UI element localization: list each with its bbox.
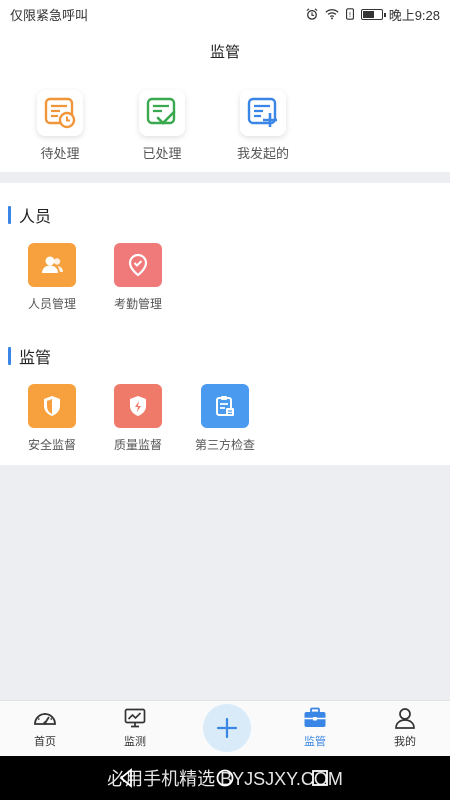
user-icon	[360, 707, 450, 729]
watermark-text: 必用手机精选 BYJSJXY.COM	[107, 769, 343, 789]
tab-supervision[interactable]: 监管	[270, 707, 360, 749]
module-safety-supervision[interactable]: 安全监督	[12, 384, 92, 453]
tab-me[interactable]: 我的	[360, 707, 450, 749]
pending-clock-icon	[37, 90, 83, 136]
tab-home[interactable]: 首页	[0, 707, 90, 749]
module-label: 第三方检查	[194, 438, 255, 452]
module-label: 人员管理	[27, 297, 76, 311]
monitor-chart-icon	[90, 707, 180, 729]
module-label: 考勤管理	[113, 297, 162, 311]
clipboard-icon	[201, 384, 249, 428]
status-bar: 仅限紧急呼叫 ! 晚上9:28	[0, 0, 450, 28]
tab-label: 我的	[394, 736, 416, 748]
section-accent-bar	[8, 206, 11, 224]
section-title-text: 人员	[19, 209, 52, 226]
dashboard-icon	[0, 707, 90, 729]
svg-text:!: !	[348, 11, 351, 19]
quick-action-pending[interactable]: 待处理	[15, 90, 105, 162]
quick-action-label: 我发起的	[236, 146, 289, 161]
initiated-plus-icon	[240, 90, 286, 136]
section-accent-bar	[8, 347, 11, 365]
sim-alert-icon: !	[345, 8, 354, 20]
module-staff-management[interactable]: 人员管理	[12, 243, 92, 312]
page-title-bar: 监管	[0, 28, 450, 74]
processed-check-icon	[139, 90, 185, 136]
section-title-text: 监管	[19, 350, 52, 367]
section-title-people: 人员	[8, 203, 51, 227]
location-pin-icon	[114, 243, 162, 287]
system-nav-bar: 必用手机精选 BYJSJXY.COM	[0, 756, 450, 800]
briefcase-icon	[270, 707, 360, 729]
module-attendance-management[interactable]: 考勤管理	[98, 243, 178, 312]
alarm-icon	[306, 8, 318, 20]
tab-label: 首页	[34, 736, 56, 748]
page-title: 监管	[209, 43, 240, 61]
module-quality-supervision[interactable]: 质量监督	[98, 384, 178, 453]
quick-action-label: 待处理	[40, 146, 80, 161]
modules-panel: 人员 人员管理 考勤管理 监管 安全监督 质量监督 第三方检查	[0, 183, 450, 465]
carrier-text: 仅限紧急呼叫	[10, 7, 89, 23]
module-label: 质量监督	[113, 438, 162, 452]
people-icon	[28, 243, 76, 287]
module-label: 安全监督	[27, 438, 76, 452]
tab-label: 监管	[304, 736, 326, 748]
shield-bolt-icon	[114, 384, 162, 428]
plus-icon	[216, 717, 238, 739]
quick-actions: 待处理 已处理 我发起的	[0, 74, 450, 172]
quick-action-processed[interactable]: 已处理	[117, 90, 207, 162]
tab-label: 监测	[124, 736, 146, 748]
quick-action-label: 已处理	[142, 146, 182, 161]
wifi-icon	[325, 9, 339, 20]
battery-icon	[360, 8, 386, 20]
quick-action-initiated[interactable]: 我发起的	[218, 90, 308, 162]
add-button[interactable]	[203, 704, 251, 752]
clock-time: 晚上9:28	[388, 7, 440, 23]
shield-icon	[28, 384, 76, 428]
tab-monitor[interactable]: 监测	[90, 707, 180, 749]
module-third-party-inspection[interactable]: 第三方检查	[185, 384, 265, 453]
section-title-supervision: 监管	[8, 344, 51, 368]
